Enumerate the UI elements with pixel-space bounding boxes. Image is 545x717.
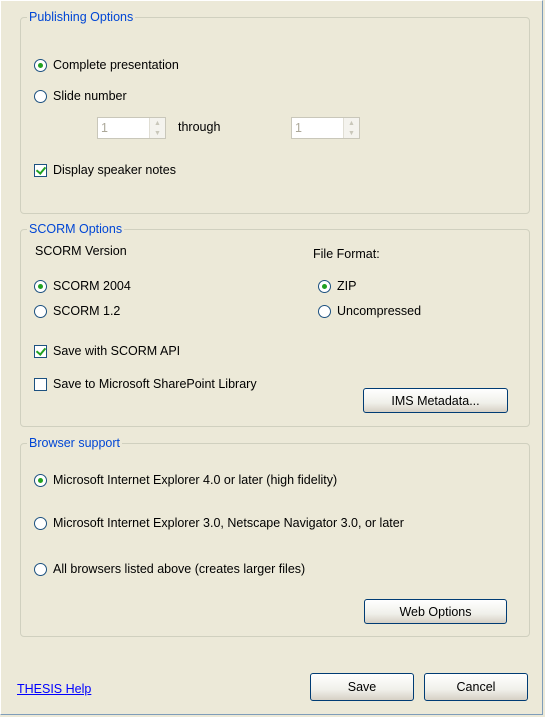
- file-format-label: File Format:: [313, 247, 380, 261]
- radio-checked-icon[interactable]: [34, 58, 47, 72]
- to-slide-spinner[interactable]: 1 ▲ ▼: [291, 117, 360, 139]
- radio-unchecked-icon[interactable]: [34, 562, 47, 576]
- radio-checked-icon[interactable]: [34, 473, 47, 487]
- to-slide-value[interactable]: 1: [292, 121, 343, 135]
- checkbox-checked-icon[interactable]: [34, 344, 47, 358]
- radio-unchecked-icon[interactable]: [34, 516, 47, 530]
- publishing-options-title: Publishing Options: [27, 10, 136, 25]
- zip-format-radio[interactable]: ZIP: [318, 279, 356, 293]
- scorm-options-title: SCORM Options: [27, 222, 125, 237]
- uncompressed-label: Uncompressed: [337, 304, 422, 318]
- save-to-sharepoint-checkbox[interactable]: Save to Microsoft SharePoint Library: [34, 377, 257, 391]
- thesis-help-link[interactable]: THESIS Help: [17, 682, 91, 696]
- ims-metadata-button[interactable]: IMS Metadata...: [363, 388, 508, 413]
- radio-checked-icon[interactable]: [318, 279, 331, 293]
- save-with-scorm-api-checkbox[interactable]: Save with SCORM API: [34, 344, 180, 358]
- uncompressed-format-radio[interactable]: Uncompressed: [318, 304, 421, 318]
- slide-number-label: Slide number: [53, 89, 127, 103]
- through-label: through: [178, 120, 221, 134]
- complete-presentation-radio[interactable]: Complete presentation: [34, 58, 179, 72]
- display-speaker-notes-label: Display speaker notes: [53, 163, 176, 177]
- save-to-sharepoint-label: Save to Microsoft SharePoint Library: [53, 377, 257, 391]
- from-slide-value[interactable]: 1: [98, 121, 149, 135]
- radio-checked-icon[interactable]: [34, 279, 47, 293]
- spinner-up-icon[interactable]: ▲: [344, 118, 359, 128]
- spinner-down-icon[interactable]: ▼: [150, 128, 165, 138]
- save-with-scorm-api-label: Save with SCORM API: [53, 344, 181, 358]
- ie3-radio[interactable]: Microsoft Internet Explorer 3.0, Netscap…: [34, 516, 404, 530]
- zip-label: ZIP: [337, 279, 357, 293]
- radio-unchecked-icon[interactable]: [318, 304, 331, 318]
- browser-support-title: Browser support: [27, 436, 123, 451]
- radio-unchecked-icon[interactable]: [34, 304, 47, 318]
- spinner-down-icon[interactable]: ▼: [344, 128, 359, 138]
- spinner-arrows[interactable]: ▲ ▼: [343, 118, 359, 138]
- radio-unchecked-icon[interactable]: [34, 89, 47, 103]
- spinner-arrows[interactable]: ▲ ▼: [149, 118, 165, 138]
- from-slide-spinner[interactable]: 1 ▲ ▼: [97, 117, 166, 139]
- display-speaker-notes-checkbox[interactable]: Display speaker notes: [34, 163, 176, 177]
- spinner-up-icon[interactable]: ▲: [150, 118, 165, 128]
- cancel-button[interactable]: Cancel: [424, 673, 528, 701]
- all-browsers-radio[interactable]: All browsers listed above (creates large…: [34, 562, 305, 576]
- web-options-button[interactable]: Web Options: [364, 599, 507, 624]
- save-button[interactable]: Save: [310, 673, 414, 701]
- scorm-1-2-radio[interactable]: SCORM 1.2: [34, 304, 120, 318]
- checkbox-checked-icon[interactable]: [34, 163, 47, 177]
- publishing-options-group: Publishing Options: [20, 10, 530, 214]
- complete-presentation-label: Complete presentation: [53, 58, 179, 72]
- ie4-radio[interactable]: Microsoft Internet Explorer 4.0 or later…: [34, 473, 337, 487]
- all-browsers-label: All browsers listed above (creates large…: [53, 562, 306, 576]
- scorm-1-2-label: SCORM 1.2: [53, 304, 121, 318]
- scorm-2004-label: SCORM 2004: [53, 279, 131, 293]
- slide-number-radio[interactable]: Slide number: [34, 89, 127, 103]
- ie4-label: Microsoft Internet Explorer 4.0 or later…: [53, 473, 338, 487]
- ie3-label: Microsoft Internet Explorer 3.0, Netscap…: [53, 516, 404, 530]
- checkbox-unchecked-icon[interactable]: [34, 377, 47, 391]
- scorm-version-label: SCORM Version: [35, 244, 127, 258]
- scorm-2004-radio[interactable]: SCORM 2004: [34, 279, 131, 293]
